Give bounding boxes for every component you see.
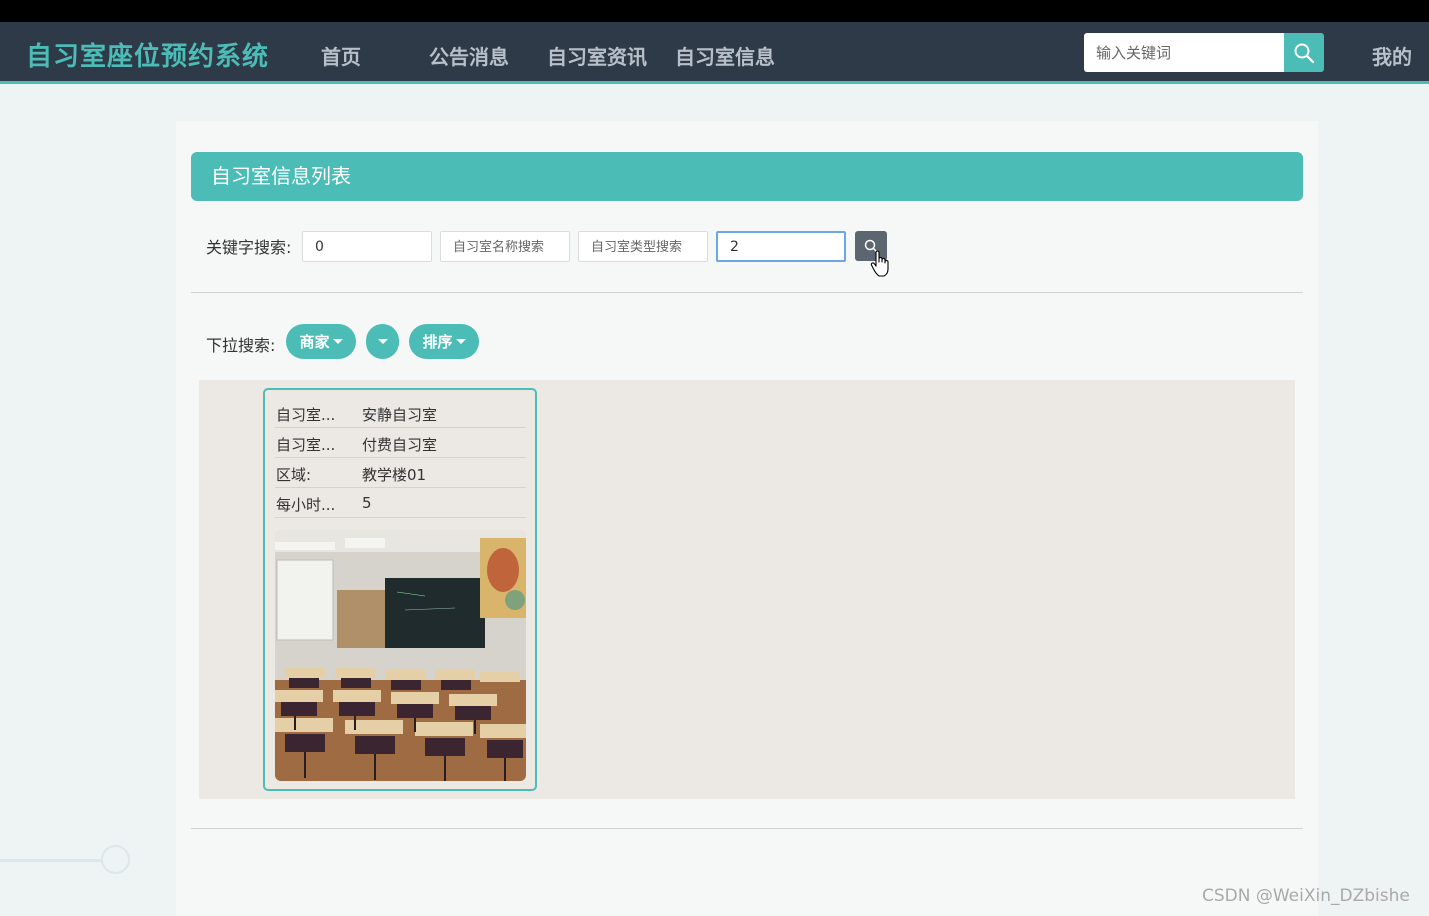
nav-announcements[interactable]: 公告消息 [429, 41, 509, 70]
divider-top [191, 292, 1303, 293]
keyword-search-label: 关键字搜索: [206, 238, 292, 257]
decorative-line [0, 859, 102, 862]
room-type-search-field[interactable] [578, 231, 708, 262]
keyword-field-4[interactable] [716, 231, 846, 262]
classroom-image [275, 530, 526, 781]
nav-room-info[interactable]: 自习室信息 [675, 41, 775, 70]
sort-dropdown-label: 排序 [422, 333, 453, 351]
classroom-photo[interactable] [275, 530, 526, 781]
card-row-hourly-price: 每小时... 5 [275, 488, 526, 518]
nav-search-button[interactable] [1284, 33, 1324, 72]
caret-down-icon [332, 339, 343, 344]
room-list: 自习室... 安静自习室 自习室... 付费自习室 区域: 教学楼01 每小时.… [199, 380, 1295, 799]
keyword-field-1[interactable] [302, 231, 432, 262]
row-key: 区域: [276, 466, 312, 484]
nav-search-input[interactable] [1084, 33, 1284, 72]
row-value: 教学楼01 [362, 466, 427, 484]
top-black-bar [0, 0, 1429, 22]
dropdown-search-label: 下拉搜索: [206, 336, 276, 355]
content-panel: 自习室信息列表 关键字搜索: 下拉搜索: 商家 排序 自习室... 安静自习室 … [176, 121, 1318, 916]
divider-bottom [191, 828, 1303, 829]
card-row-area: 区域: 教学楼01 [275, 458, 526, 488]
nav-mine[interactable]: 我的 [1372, 41, 1412, 70]
room-name-search-field[interactable] [440, 231, 570, 262]
row-key: 每小时... [276, 496, 336, 514]
panel-title: 自习室信息列表 [191, 152, 1303, 201]
top-navbar: 自习室座位预约系统 首页 公告消息 自习室资讯 自习室信息 我的 [0, 22, 1429, 84]
site-brand[interactable]: 自习室座位预约系统 [26, 36, 269, 73]
nav-home[interactable]: 首页 [321, 41, 361, 70]
caret-down-icon [455, 339, 466, 344]
sort-dropdown[interactable]: 排序 [409, 324, 479, 359]
search-icon [1294, 43, 1315, 63]
row-value: 5 [362, 494, 372, 512]
watermark: CSDN @WeiXin_DZbishe [1202, 886, 1410, 906]
row-key: 自习室... [276, 406, 336, 424]
row-key: 自习室... [276, 436, 336, 454]
merchant-dropdown-label: 商家 [299, 333, 330, 351]
caret-down-icon [377, 339, 388, 344]
row-value: 安静自习室 [362, 406, 438, 424]
empty-dropdown[interactable] [366, 324, 399, 359]
nav-room-news[interactable]: 自习室资讯 [547, 41, 647, 70]
hand-cursor-icon [870, 250, 889, 277]
room-card[interactable]: 自习室... 安静自习室 自习室... 付费自习室 区域: 教学楼01 每小时.… [263, 388, 537, 791]
row-value: 付费自习室 [362, 436, 438, 454]
card-row-room-type: 自习室... 付费自习室 [275, 428, 526, 458]
decorative-circle [101, 845, 130, 874]
merchant-dropdown[interactable]: 商家 [286, 324, 356, 359]
card-row-room-name: 自习室... 安静自习室 [275, 398, 526, 428]
